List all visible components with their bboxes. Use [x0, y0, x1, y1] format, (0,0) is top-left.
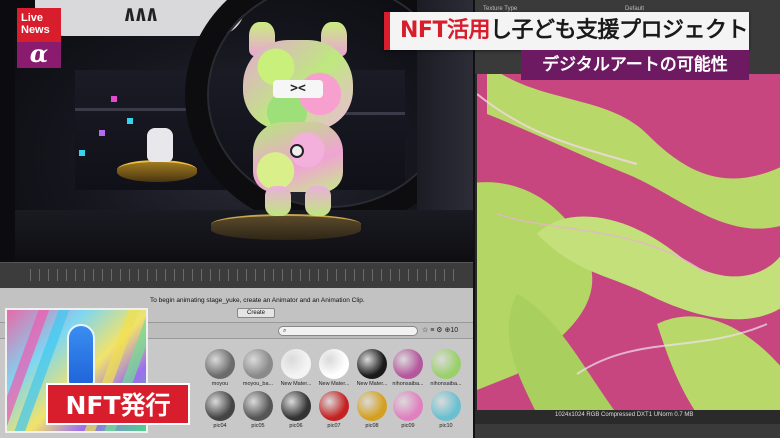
- asset-thumbnail[interactable]: [243, 391, 273, 421]
- headline-highlight: NFT活用: [400, 18, 490, 43]
- asset-thumbnail[interactable]: [205, 349, 235, 379]
- headline-banner: NFT活用し子ども支援プロジェクト: [384, 12, 749, 50]
- asset-label: nihonsaiba...: [430, 381, 462, 387]
- pixel-decoration: [79, 150, 85, 156]
- texture-footer: [475, 424, 780, 438]
- logo-news: News: [21, 24, 50, 36]
- shelf: [75, 108, 195, 111]
- asset-thumbnail[interactable]: [357, 349, 387, 379]
- logo-alpha: α: [17, 42, 61, 68]
- animation-hint: To begin animating stage_yuke, create an…: [150, 297, 365, 304]
- character-leg: [265, 186, 291, 216]
- asset-thumbnail[interactable]: [431, 349, 461, 379]
- main-pedestal: [211, 214, 361, 240]
- asset-label: pic10: [439, 423, 453, 429]
- live-news-alpha-logo: Live News α: [17, 8, 61, 68]
- timeline-ruler[interactable]: [30, 269, 460, 281]
- character-leg: [305, 186, 331, 216]
- pixel-decoration: [127, 118, 133, 124]
- small-character[interactable]: [147, 128, 173, 162]
- asset-thumbnail[interactable]: [393, 391, 423, 421]
- subhead-banner: デジタルアートの可能性: [521, 50, 749, 80]
- asset-search-input[interactable]: ⌕: [278, 326, 418, 336]
- asset-thumbnail[interactable]: [431, 391, 461, 421]
- asset-thumbnail[interactable]: [281, 349, 311, 379]
- arch-logo: ∧∧∧: [123, 2, 159, 27]
- character-emblem: [290, 144, 304, 158]
- asset-thumbnail[interactable]: [319, 391, 349, 421]
- character-eyes: ><: [273, 80, 323, 98]
- headline-text: し子ども支援プロジェクト: [489, 18, 749, 43]
- texture-info: 1024x1024 RGB Compressed DXT1 UNorm 0.7 …: [555, 412, 694, 418]
- small-pedestal: [117, 160, 197, 182]
- asset-thumbnail[interactable]: [281, 391, 311, 421]
- logo-live-news: Live News: [17, 8, 61, 42]
- pixel-decoration: [99, 130, 105, 136]
- animation-timeline[interactable]: [0, 262, 473, 288]
- create-animation-button[interactable]: Create: [237, 308, 275, 318]
- main-character[interactable]: ><: [243, 22, 353, 217]
- asset-thumbnail[interactable]: [393, 349, 423, 379]
- asset-thumbnail[interactable]: [205, 391, 235, 421]
- asset-thumbnail[interactable]: [243, 349, 273, 379]
- pixel-decoration: [111, 96, 117, 102]
- caption-nft-issue: NFT発行: [46, 383, 190, 425]
- asset-thumbnail[interactable]: [357, 391, 387, 421]
- asset-thumbnail[interactable]: [319, 349, 349, 379]
- texture-preview: [477, 74, 780, 410]
- asset-tool-icons[interactable]: ☆ ≡ ⚙ ⊕10: [422, 326, 458, 334]
- logo-live: Live: [21, 12, 44, 24]
- marble-texture: [477, 74, 780, 410]
